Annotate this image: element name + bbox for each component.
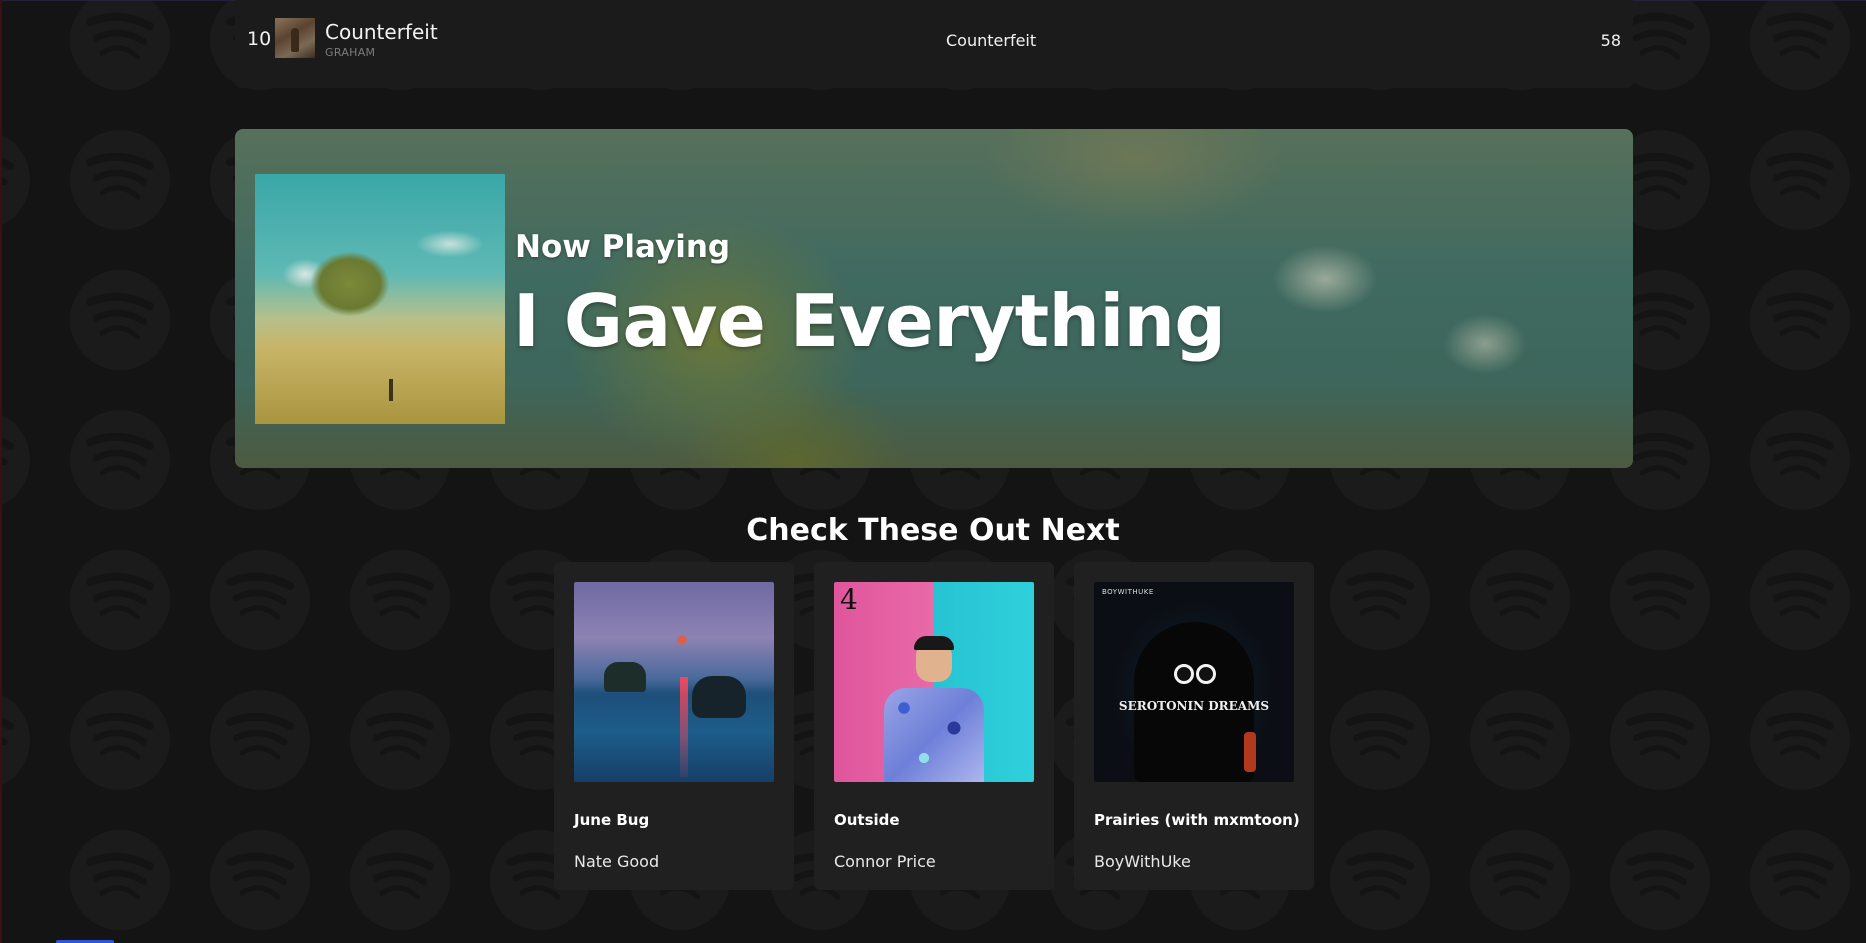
spotify-logo-icon	[1470, 550, 1570, 650]
spotify-logo-icon	[350, 830, 450, 930]
now-playing-banner: Now Playing I Gave Everything	[235, 129, 1633, 468]
recommendation-artist[interactable]: Nate Good	[574, 852, 659, 871]
spotify-logo-icon	[1750, 270, 1850, 370]
track-title[interactable]: Counterfeit	[325, 20, 438, 44]
spotify-logo-icon	[70, 0, 170, 90]
recommendation-artist[interactable]: Connor Price	[834, 852, 936, 871]
spotify-logo-icon	[1330, 550, 1430, 650]
recommendation-card[interactable]: June Bug Nate Good	[554, 562, 794, 890]
spotify-logo-icon	[70, 270, 170, 370]
recommendation-title[interactable]: June Bug	[574, 811, 649, 829]
spotify-logo-icon	[210, 550, 310, 650]
spotify-logo-icon	[1610, 830, 1710, 930]
album-art-title-text: SEROTONIN DREAMS	[1118, 699, 1270, 713]
spotify-logo-icon	[1330, 830, 1430, 930]
recommendation-album-art[interactable]	[574, 582, 774, 782]
track-album-thumbnail	[275, 18, 315, 58]
spotify-logo-icon	[1750, 830, 1850, 930]
recommendation-title[interactable]: Outside	[834, 811, 900, 829]
spotify-logo-icon	[1750, 0, 1850, 90]
window-left-edge	[0, 0, 2, 943]
track-play-count: 58	[1600, 31, 1621, 50]
recommendation-album-art[interactable]: BOYWITHUKE SEROTONIN DREAMS	[1094, 582, 1294, 782]
album-art-eye	[1196, 664, 1216, 684]
recommendations-heading: Check These Out Next	[746, 513, 1120, 548]
album-art-accent	[1244, 732, 1256, 772]
track-artist[interactable]: GRAHAM	[325, 46, 375, 59]
track-rank: 10	[247, 28, 272, 50]
spotify-logo-icon	[70, 550, 170, 650]
album-art-brand-text: BOYWITHUKE	[1102, 588, 1154, 596]
recommendation-card[interactable]: 4 Outside Connor Price	[814, 562, 1054, 890]
spotify-logo-icon	[1750, 690, 1850, 790]
spotify-logo-icon	[70, 410, 170, 510]
spotify-logo-icon	[1470, 830, 1570, 930]
recommendation-album-art[interactable]: 4	[834, 582, 1034, 782]
top-track-row[interactable]: 10 Counterfeit GRAHAM Counterfeit 58	[235, 0, 1633, 88]
spotify-logo-icon	[210, 690, 310, 790]
spotify-logo-icon	[70, 690, 170, 790]
now-playing-label: Now Playing	[515, 229, 731, 265]
album-art-eye	[1174, 664, 1194, 684]
spotify-logo-icon	[1750, 550, 1850, 650]
spotify-logo-icon	[70, 130, 170, 230]
spotify-logo-icon	[0, 414, 30, 506]
spotify-logo-icon	[1470, 690, 1570, 790]
album-art-card-text: 4	[840, 583, 858, 616]
spotify-logo-icon	[1330, 690, 1430, 790]
spotify-logo-icon	[1750, 130, 1850, 230]
recommendation-artist[interactable]: BoyWithUke	[1094, 852, 1191, 871]
spotify-logo-icon	[70, 830, 170, 930]
track-album[interactable]: Counterfeit	[946, 31, 1036, 50]
spotify-logo-icon	[1610, 690, 1710, 790]
spotify-logo-icon	[350, 550, 450, 650]
album-art-person	[884, 636, 984, 782]
recommendation-title[interactable]: Prairies (with mxmtoon)	[1094, 811, 1300, 829]
spotify-logo-icon	[0, 694, 30, 786]
spotify-logo-icon	[210, 830, 310, 930]
spotify-logo-icon	[350, 690, 450, 790]
recommendation-card[interactable]: BOYWITHUKE SEROTONIN DREAMS Prairies (wi…	[1074, 562, 1314, 890]
now-playing-title: I Gave Everything	[513, 279, 1226, 363]
spotify-logo-icon	[1750, 410, 1850, 510]
spotify-logo-icon	[0, 134, 30, 226]
spotify-logo-icon	[1610, 550, 1710, 650]
now-playing-album-art[interactable]	[255, 174, 505, 424]
